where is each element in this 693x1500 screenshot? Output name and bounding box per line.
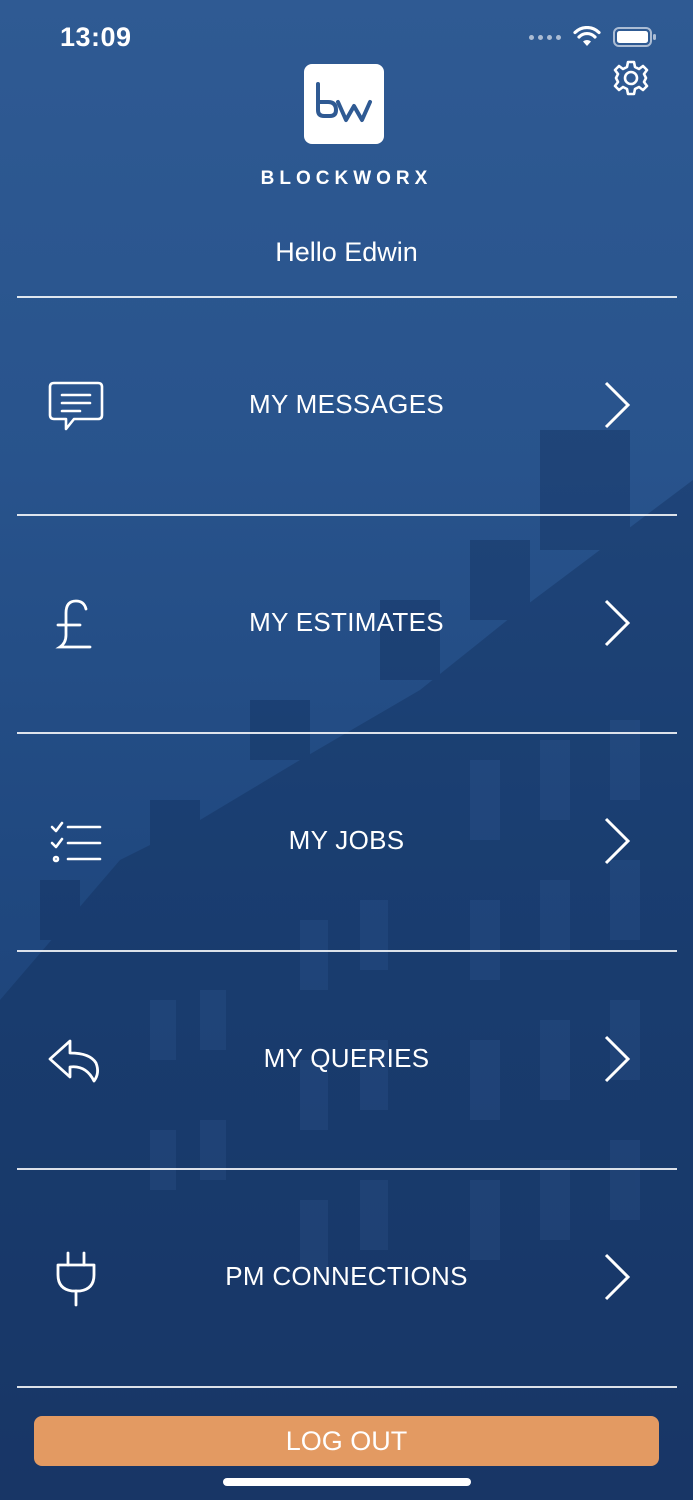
home-indicator[interactable]	[223, 1478, 471, 1486]
menu-item-pm-connections[interactable]: PM CONNECTIONS	[0, 1171, 693, 1387]
divider	[17, 1168, 677, 1170]
chevron-right-icon	[604, 1253, 631, 1301]
logo-mark-icon	[316, 82, 372, 122]
chevron-right-icon	[604, 817, 631, 865]
divider	[17, 950, 677, 952]
menu-item-label: MY JOBS	[288, 825, 405, 855]
chevron-right-icon	[604, 1035, 631, 1083]
settings-gear-icon[interactable]	[611, 58, 651, 98]
brand-logo	[304, 64, 384, 144]
brand-name: BLOCKWORX	[260, 168, 433, 189]
menu-item-label: MY MESSAGES	[249, 389, 444, 419]
logout-button[interactable]: LOG OUT	[34, 1416, 659, 1466]
menu-item-my-messages[interactable]: MY MESSAGES	[0, 299, 693, 515]
menu-item-label: MY QUERIES	[263, 1043, 430, 1073]
status-time: 13:09	[60, 22, 132, 52]
divider	[17, 1386, 677, 1388]
status-icons	[529, 26, 657, 48]
menu-item-my-queries[interactable]: MY QUERIES	[0, 953, 693, 1169]
chevron-right-icon	[604, 599, 631, 647]
divider	[17, 732, 677, 734]
menu-item-my-estimates[interactable]: MY ESTIMATES	[0, 517, 693, 733]
battery-icon	[613, 27, 656, 47]
wifi-icon	[573, 26, 601, 46]
divider	[17, 514, 677, 516]
greeting-text: Hello Edwin	[275, 237, 418, 267]
signal-icon	[529, 34, 561, 40]
menu-item-my-jobs[interactable]: MY JOBS	[0, 735, 693, 951]
divider	[17, 296, 677, 298]
menu-item-label: PM CONNECTIONS	[225, 1261, 468, 1291]
chevron-right-icon	[604, 381, 631, 429]
menu-item-label: MY ESTIMATES	[249, 607, 444, 637]
